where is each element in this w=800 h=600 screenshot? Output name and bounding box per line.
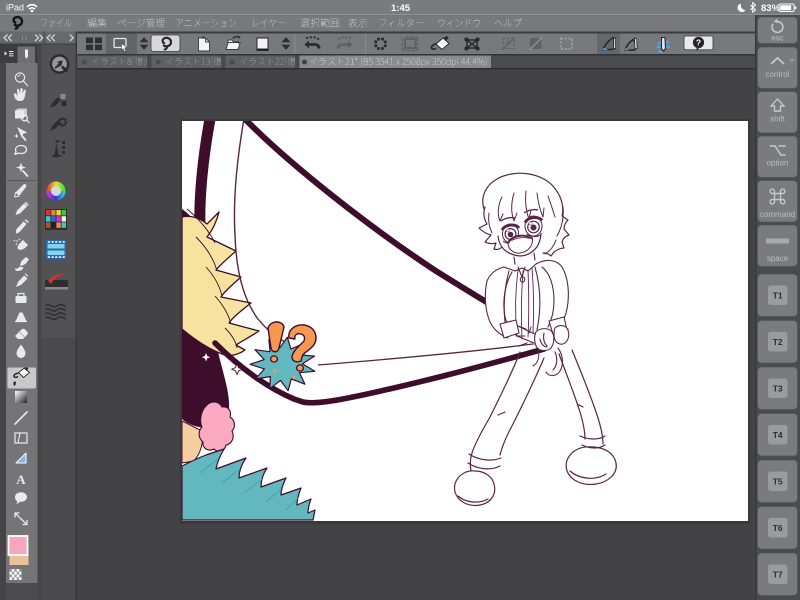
svg-text:T5: T5	[773, 477, 783, 487]
svg-text:space: space	[767, 254, 789, 263]
svg-text:T1: T1	[773, 291, 783, 301]
svg-text:T6: T6	[773, 523, 783, 533]
svg-text:esc: esc	[771, 34, 783, 43]
svg-text:shift: shift	[770, 115, 785, 124]
svg-text:1:45: 1:45	[391, 3, 411, 14]
svg-text:T2: T2	[773, 337, 783, 347]
svg-text:A: A	[16, 472, 26, 487]
svg-text:T7: T7	[773, 570, 783, 580]
svg-text:option: option	[767, 159, 789, 168]
svg-text:iPad: iPad	[6, 3, 24, 13]
svg-text:control: control	[765, 70, 789, 79]
svg-text:command: command	[760, 210, 795, 219]
svg-text:T4: T4	[773, 430, 783, 440]
svg-text:?: ?	[696, 38, 701, 48]
svg-text:83%: 83%	[761, 3, 781, 14]
svg-text:T3: T3	[773, 384, 783, 394]
